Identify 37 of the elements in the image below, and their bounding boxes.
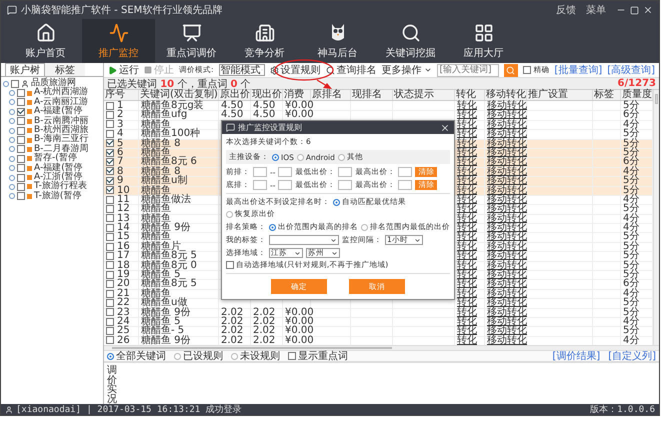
row-number: 18 [117, 260, 130, 270]
row-number: 2 [117, 110, 124, 120]
row-number: 24 [117, 316, 130, 326]
row-number: 19 [117, 270, 130, 280]
login-status: [xiaonaodai] | 2017-03-15 16:13:21 成功登录 [16, 404, 242, 416]
row-number: 6 [117, 148, 124, 158]
row-number: 5 [117, 138, 124, 148]
radio-label: 未设规则 [240, 350, 280, 364]
row-number: 11 [117, 194, 130, 204]
radio-label: 已设规则 [183, 350, 223, 364]
row-number: 1 [117, 101, 124, 110]
checkbox-label: 显示重点词 [298, 350, 348, 364]
dialog-title: 推广监控设置规则 [238, 122, 302, 133]
radio-label: 全部关键词 [116, 350, 166, 364]
row-number: 23 [117, 308, 130, 317]
row-number: 10 [117, 186, 130, 195]
row-number: 20 [117, 279, 130, 289]
row-number: 25 [117, 326, 130, 336]
page-counter: 6/1273 [618, 78, 656, 89]
row-number: 15 [117, 232, 130, 242]
selection-summary: 已选关键词 10 个，重点词 0 个 [107, 78, 251, 90]
row-number: 9 [117, 176, 124, 186]
log-label: 调价实况 [107, 366, 117, 404]
row-number: 12 [117, 204, 130, 214]
row-number: 8 [117, 166, 124, 176]
row-number: 7 [117, 157, 124, 167]
row-number: 22 [117, 298, 130, 308]
version-label: 版本：1.0.0.6 [590, 404, 655, 416]
row-number: 3 [117, 120, 124, 130]
row-number: 17 [117, 251, 130, 261]
row-number: 21 [117, 288, 130, 298]
row-number: 4 [117, 129, 124, 139]
window-title: 小脑袋智能推广软件 - SEM软件行业领先品牌 [21, 4, 222, 17]
row-number: 13 [117, 214, 130, 224]
row-number: 16 [117, 242, 130, 252]
row-number: 26 [117, 336, 130, 346]
row-number: 14 [117, 223, 130, 232]
